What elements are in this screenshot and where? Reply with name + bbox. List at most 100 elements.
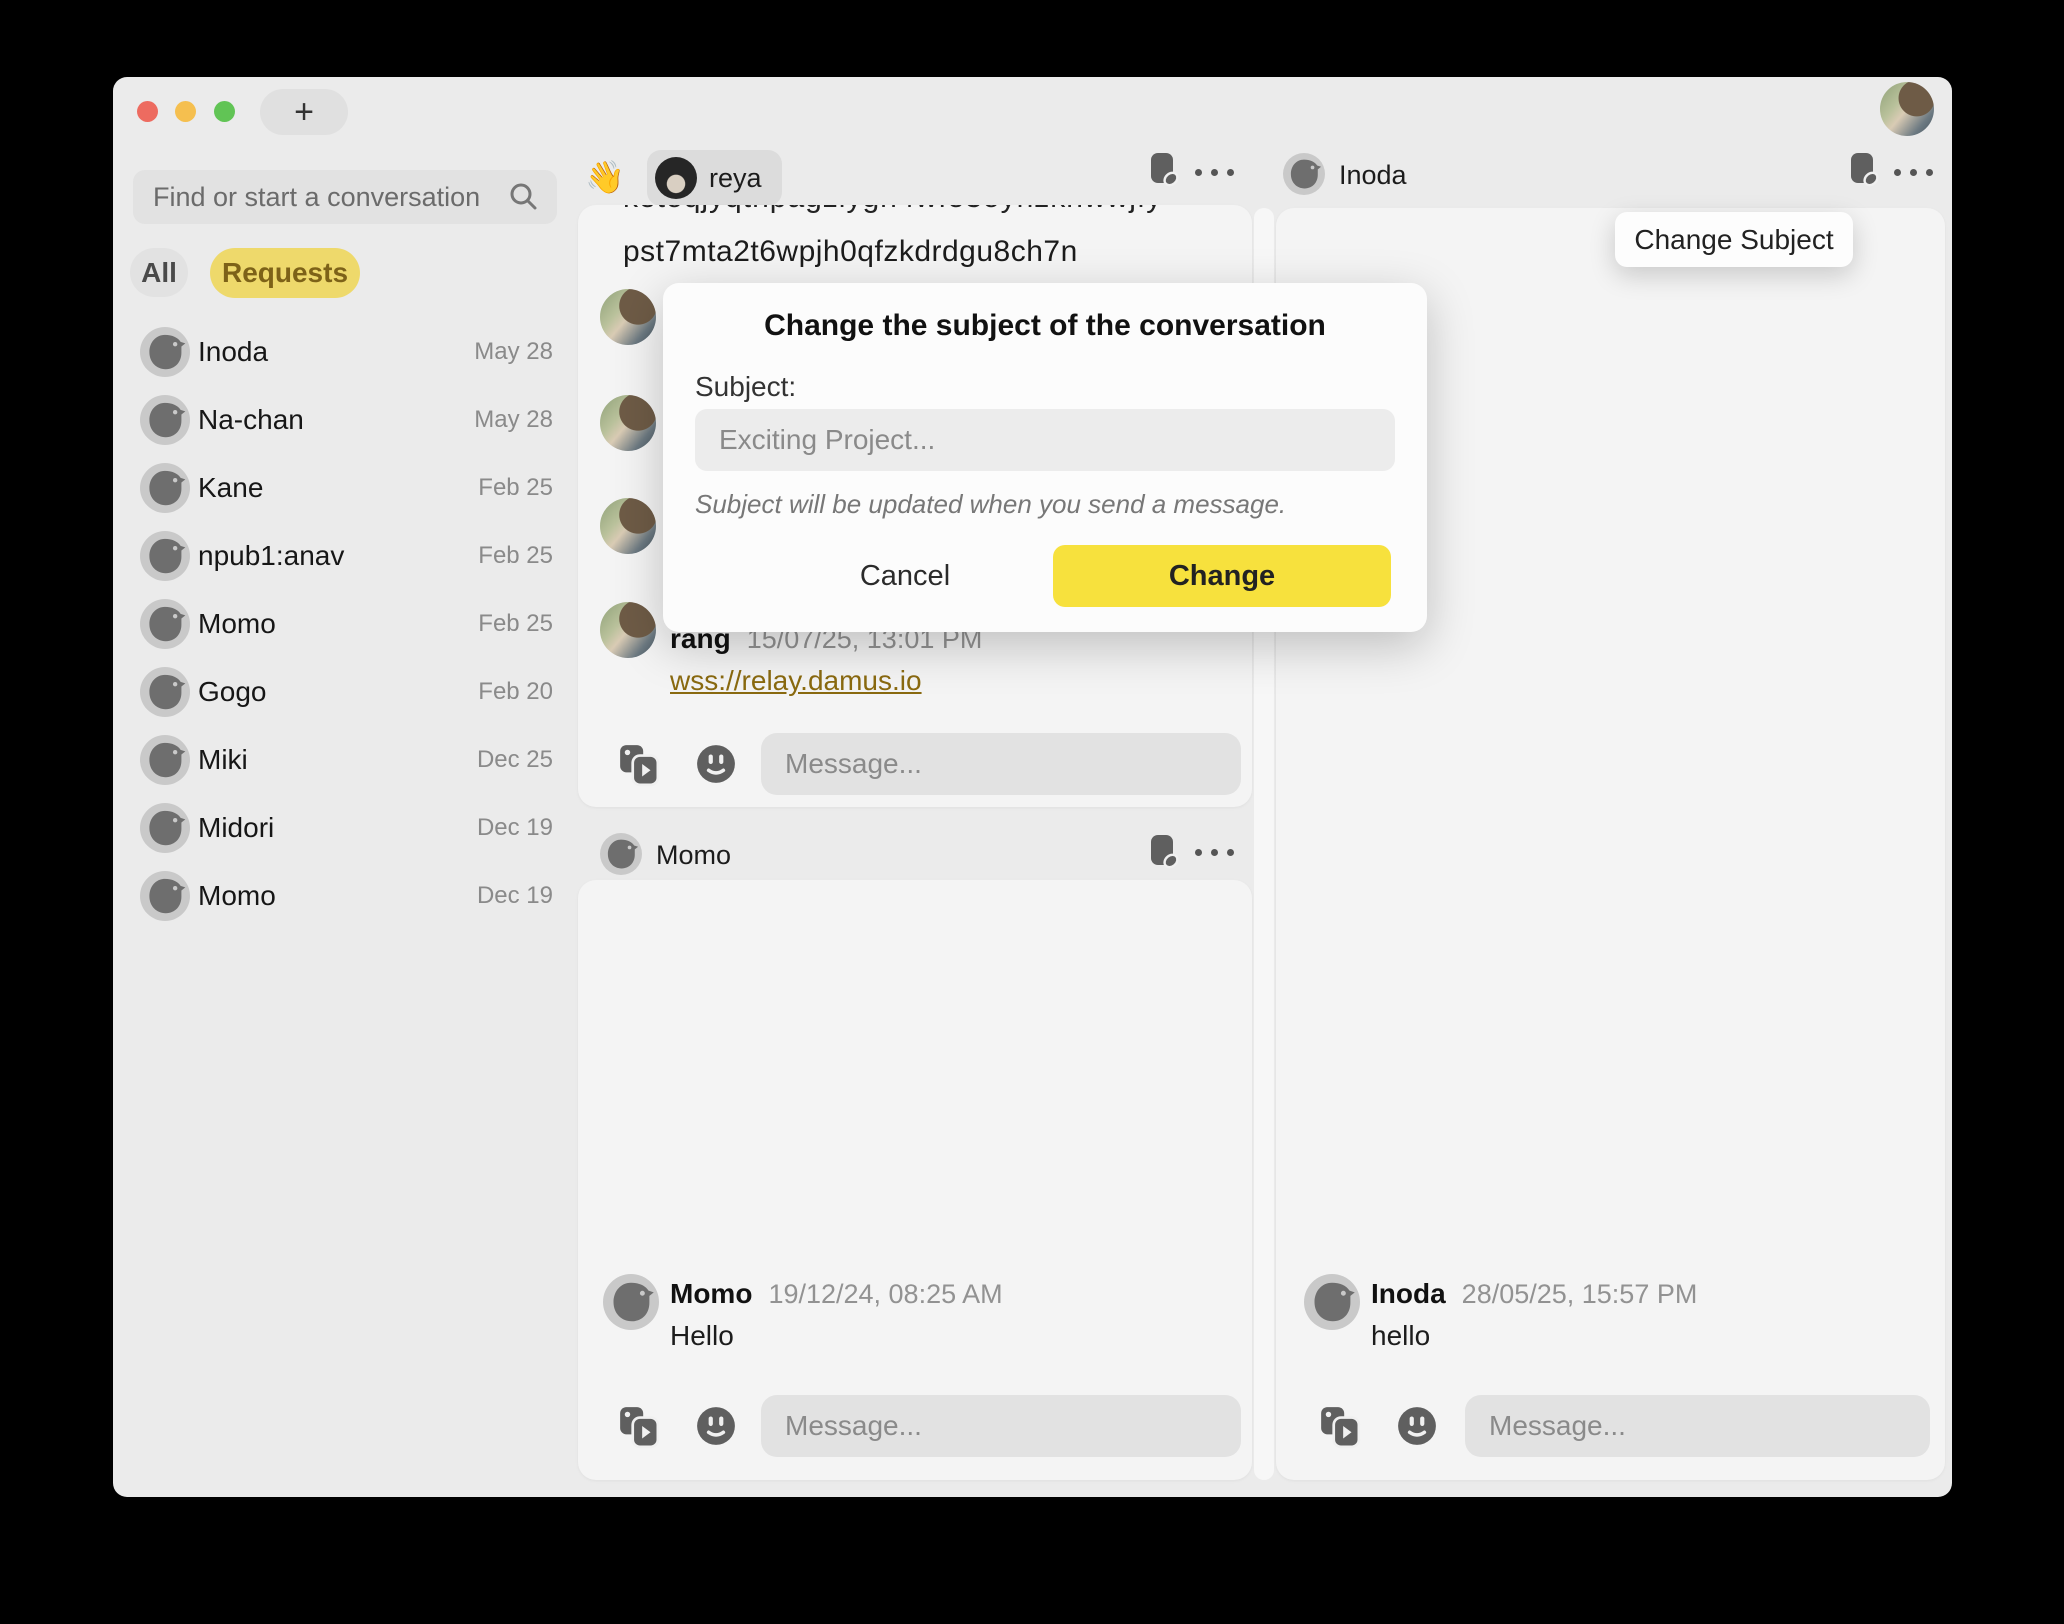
search-conversations[interactable]	[133, 170, 557, 224]
npub-line: pst7mta2t6wpjh0qfzkdrdgu8ch7n	[623, 235, 1078, 269]
conversation-name: Na-chan	[198, 404, 304, 436]
conversation-date: May 28	[474, 338, 553, 366]
conversation-date: Feb 25	[478, 542, 553, 570]
change-subject-dialog: Change the subject of the conversation S…	[663, 283, 1427, 632]
subject-hint: Subject will be updated when you send a …	[695, 489, 1286, 520]
message-avatar	[600, 498, 656, 554]
change-subject-icon[interactable]	[1147, 833, 1181, 871]
message-avatar	[600, 395, 656, 451]
conversation-row[interactable]: Midori Dec 19	[113, 794, 571, 862]
message-timestamp: 19/12/24, 08:25 AM	[768, 1279, 1002, 1309]
wave-emoji: 👋	[585, 158, 625, 196]
avatar	[140, 327, 190, 377]
npub-line-clipped: ketoqjyqtnpagziygh4wfe3oynzkhwwjfy	[623, 205, 1243, 228]
conversation-name: npub1:anav	[198, 540, 344, 572]
filter-all-button[interactable]: All	[130, 248, 188, 297]
conversation-name: Midori	[198, 812, 274, 844]
close-window-button[interactable]	[137, 101, 158, 122]
message-input-wrap[interactable]	[1465, 1395, 1930, 1457]
account-avatar[interactable]	[1880, 82, 1934, 136]
message-text: hello	[1371, 1320, 1430, 1352]
reya-chat-title-pill[interactable]: reya	[647, 150, 782, 206]
conversation-row[interactable]: Miki Dec 25	[113, 726, 571, 794]
conversation-name: Gogo	[198, 676, 267, 708]
avatar	[140, 599, 190, 649]
conversation-name: Inoda	[198, 336, 268, 368]
message-input[interactable]	[783, 747, 1219, 781]
more-options-icon[interactable]	[1195, 169, 1234, 176]
search-icon	[509, 182, 539, 212]
avatar	[140, 531, 190, 581]
conversation-date: Dec 25	[477, 746, 553, 774]
change-subject-tooltip: Change Subject	[1615, 212, 1853, 267]
inoda-chat-title: Inoda	[1339, 160, 1407, 191]
reya-chat-title: reya	[709, 163, 762, 194]
relay-link[interactable]: wss://relay.damus.io	[670, 665, 922, 697]
message-input[interactable]	[1487, 1409, 1908, 1443]
subject-input[interactable]	[695, 409, 1395, 471]
message-timestamp: 28/05/25, 15:57 PM	[1462, 1279, 1698, 1309]
avatar	[140, 463, 190, 513]
chevron-down-icon[interactable]	[1946, 97, 1952, 121]
conversation-date: Feb 25	[478, 610, 553, 638]
minimize-window-button[interactable]	[175, 101, 196, 122]
change-subject-icon[interactable]	[1847, 151, 1881, 189]
conversation-row[interactable]: Momo Feb 25	[113, 590, 571, 658]
conversation-date: Feb 20	[478, 678, 553, 706]
momo-header-avatar	[600, 833, 642, 875]
message-avatar	[603, 1274, 659, 1330]
message-avatar	[600, 289, 656, 345]
conversation-date: Dec 19	[477, 814, 553, 842]
avatar	[140, 667, 190, 717]
filter-requests-button[interactable]: Requests	[210, 248, 360, 298]
emoji-icon[interactable]	[1396, 1405, 1438, 1447]
conversation-row[interactable]: Kane Feb 25	[113, 454, 571, 522]
conversation-date: Feb 25	[478, 474, 553, 502]
attach-media-icon[interactable]	[618, 743, 660, 787]
conversation-date: Dec 19	[477, 882, 553, 910]
screenshot-stage: + All Requests Inoda May 28 Na-chan May …	[0, 0, 2064, 1624]
message-sender: Momo	[670, 1278, 752, 1309]
conversation-date: May 28	[474, 406, 553, 434]
dialog-title: Change the subject of the conversation	[663, 309, 1427, 343]
cancel-button[interactable]: Cancel	[815, 545, 995, 607]
conversation-row[interactable]: Momo Dec 19	[113, 862, 571, 930]
message-text: Hello	[670, 1320, 734, 1352]
message-input-wrap[interactable]	[761, 1395, 1241, 1457]
momo-chat-title: Momo	[656, 840, 731, 871]
conversation-row[interactable]: Inoda May 28	[113, 318, 571, 386]
conversation-name: Momo	[198, 608, 276, 640]
message-sender: Inoda	[1371, 1278, 1446, 1309]
message-input-wrap[interactable]	[761, 733, 1241, 795]
search-input[interactable]	[151, 181, 509, 214]
message-avatar	[1304, 1274, 1360, 1330]
attach-media-icon[interactable]	[618, 1405, 660, 1449]
conversation-row[interactable]: Na-chan May 28	[113, 386, 571, 454]
subject-label: Subject:	[695, 371, 796, 403]
emoji-icon[interactable]	[695, 1405, 737, 1447]
avatar	[140, 803, 190, 853]
more-options-icon[interactable]	[1195, 849, 1234, 856]
conversation-row[interactable]: Gogo Feb 20	[113, 658, 571, 726]
app-window: + All Requests Inoda May 28 Na-chan May …	[113, 77, 1952, 1497]
message-input[interactable]	[783, 1409, 1219, 1443]
reya-avatar	[655, 157, 697, 199]
emoji-icon[interactable]	[695, 743, 737, 785]
new-chat-button[interactable]: +	[260, 89, 348, 135]
avatar	[140, 871, 190, 921]
conversation-list: Inoda May 28 Na-chan May 28 Kane Feb 25 …	[113, 318, 571, 930]
inoda-header-avatar	[1283, 153, 1325, 195]
conversation-name: Kane	[198, 472, 263, 504]
more-options-icon[interactable]	[1894, 169, 1933, 176]
momo-chat-panel: Momo 19/12/24, 08:25 AM Hello	[578, 880, 1252, 1480]
conversation-name: Momo	[198, 880, 276, 912]
conversation-row[interactable]: npub1:anav Feb 25	[113, 522, 571, 590]
attach-media-icon[interactable]	[1319, 1405, 1361, 1449]
message-avatar	[600, 602, 656, 658]
change-subject-icon[interactable]	[1147, 151, 1181, 189]
zoom-window-button[interactable]	[214, 101, 235, 122]
avatar	[140, 735, 190, 785]
avatar	[140, 395, 190, 445]
change-button[interactable]: Change	[1053, 545, 1391, 607]
conversation-name: Miki	[198, 744, 248, 776]
